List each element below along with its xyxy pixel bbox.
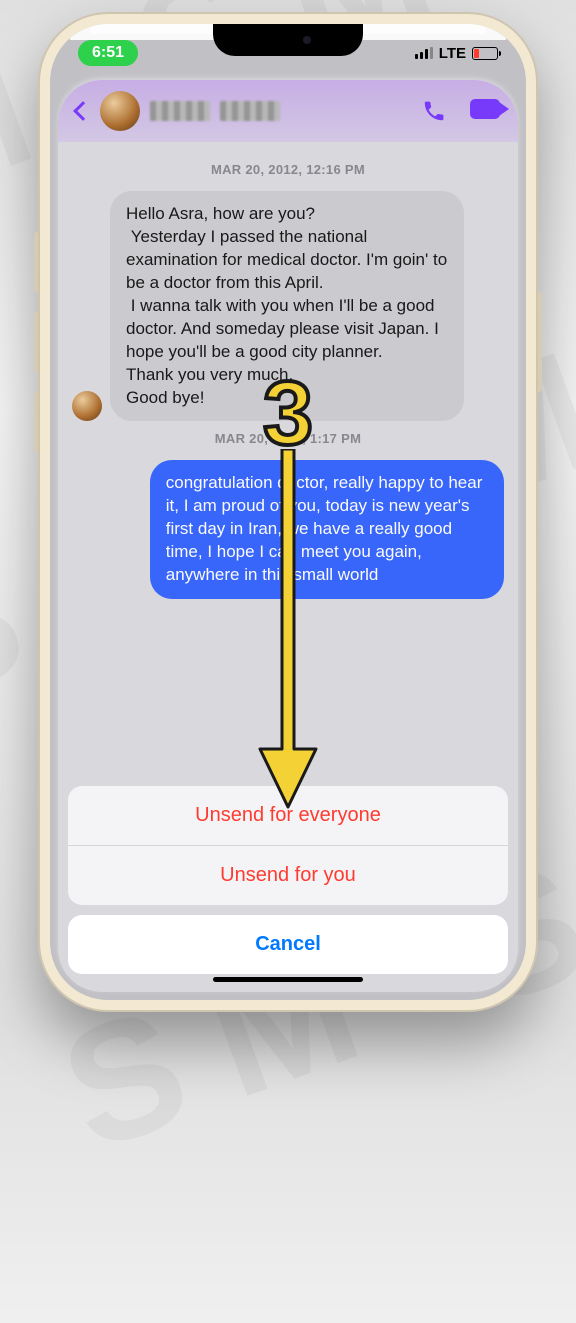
phone-screen: 6:51 LTE bbox=[50, 24, 526, 1000]
cancel-button[interactable]: Cancel bbox=[68, 915, 508, 974]
notch bbox=[213, 24, 363, 56]
phone-frame: 6:51 LTE bbox=[38, 12, 538, 1012]
network-label: LTE bbox=[439, 45, 466, 62]
unsend-everyone-button[interactable]: Unsend for everyone bbox=[68, 786, 508, 845]
sheet-cancel-group: Cancel bbox=[68, 915, 508, 974]
battery-icon bbox=[472, 47, 498, 60]
sheet-options-group: Unsend for everyone Unsend for you bbox=[68, 786, 508, 905]
unsend-you-button[interactable]: Unsend for you bbox=[68, 846, 508, 905]
action-sheet: Unsend for everyone Unsend for you Cance… bbox=[68, 786, 508, 974]
home-indicator[interactable] bbox=[213, 977, 363, 982]
status-time-pill: 6:51 bbox=[78, 40, 138, 66]
chat-card: MAR 20, 2012, 12:16 PM Hello Asra, how a… bbox=[58, 80, 518, 992]
status-right: LTE bbox=[415, 45, 498, 62]
signal-icon bbox=[415, 47, 433, 59]
